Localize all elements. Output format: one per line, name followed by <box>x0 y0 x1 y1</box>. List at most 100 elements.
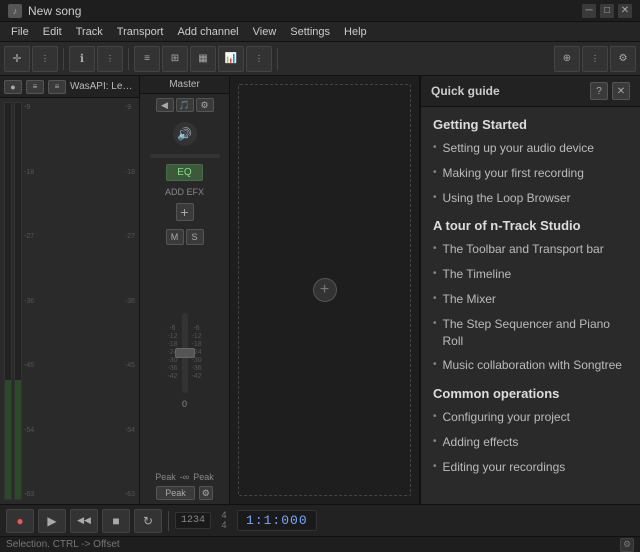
main-area: ● ≡ ≡ WasAPI: Left channel/WasPI... <box>0 76 640 504</box>
channel-wave-btn[interactable]: ⚙ <box>196 98 214 112</box>
toolbar-separator-2 <box>128 48 129 70</box>
time-signature: 4 4 <box>215 511 233 531</box>
guide-item-text: Using the Loop Browser <box>443 190 571 207</box>
menu-add-channel[interactable]: Add channel <box>170 22 245 42</box>
channel-arrow-btn[interactable]: ◀ <box>156 98 174 112</box>
record-button[interactable]: ● <box>6 509 34 533</box>
guide-item-text: Configuring your project <box>443 409 570 426</box>
channel-level-bar <box>150 154 220 158</box>
mute-button[interactable]: M <box>166 229 184 245</box>
toolbar-settings-btn[interactable]: ⚙ <box>610 46 636 72</box>
app-icon: ♪ <box>8 4 22 18</box>
toolbar-target-btn[interactable]: ⊕ <box>554 46 580 72</box>
guide-item-loop-browser[interactable]: • Using the Loop Browser <box>433 190 628 207</box>
track-record-btn[interactable]: ● <box>4 80 22 94</box>
rewind-button[interactable]: ◀◀ <box>70 509 98 533</box>
menu-transport[interactable]: Transport <box>110 22 171 42</box>
guide-item-text: Editing your recordings <box>443 459 566 476</box>
bullet-icon: • <box>433 411 437 422</box>
bullet-icon: • <box>433 293 437 304</box>
guide-item-first-recording[interactable]: • Making your first recording <box>433 165 628 182</box>
guide-item-adding-effects[interactable]: • Adding effects <box>433 434 628 451</box>
guide-item-text: Adding effects <box>443 434 519 451</box>
status-settings-button[interactable]: ⚙ <box>620 538 634 552</box>
toolbar-separator-1 <box>63 48 64 70</box>
tour-title: A tour of n-Track Studio <box>433 218 628 233</box>
add-effect-button[interactable]: + <box>176 203 194 221</box>
close-button[interactable]: ✕ <box>618 4 632 18</box>
bullet-icon: • <box>433 268 437 279</box>
play-button[interactable]: ▶ <box>38 509 66 533</box>
menu-help[interactable]: Help <box>337 22 374 42</box>
left-panel: ● ≡ ≡ WasAPI: Left channel/WasPI... <box>0 76 420 504</box>
channel-mic-btn[interactable]: 🎵 <box>176 98 194 112</box>
main-toolbar: ✛ ⋮ ℹ ⋮ ≡ ⊞ ▦ 📊 ⋮ ⊕ ⋮ ⚙ <box>0 42 640 76</box>
toolbar-info-btn[interactable]: ℹ <box>69 46 95 72</box>
guide-item-toolbar[interactable]: • The Toolbar and Transport bar <box>433 241 628 258</box>
volume-fader[interactable] <box>182 313 188 393</box>
toolbar-dots-btn[interactable]: ⋮ <box>246 46 272 72</box>
fader-handle[interactable] <box>175 348 195 358</box>
toolbar-separator-3 <box>277 48 278 70</box>
window-controls: ─ □ ✕ <box>582 4 632 18</box>
guide-item-text: Setting up your audio device <box>443 140 594 157</box>
menu-edit[interactable]: Edit <box>36 22 69 42</box>
guide-item-mixer[interactable]: • The Mixer <box>433 291 628 308</box>
guide-item-editing-recordings[interactable]: • Editing your recordings <box>433 459 628 476</box>
toolbar-chart-btn[interactable]: 📊 <box>218 46 244 72</box>
guide-title: Quick guide <box>431 84 500 98</box>
guide-close-button[interactable]: ✕ <box>612 82 630 100</box>
bullet-icon: • <box>433 318 437 329</box>
eq-button[interactable]: EQ <box>166 164 202 181</box>
mixer-area: Master ◀ 🎵 ⚙ 🔊 EQ ADD EFX + M S <box>140 76 419 504</box>
toolbar-menu-btn[interactable]: ⋮ <box>582 46 608 72</box>
peak-button[interactable]: Peak <box>156 486 195 500</box>
common-ops-title: Common operations <box>433 386 628 401</box>
song-area: + <box>230 76 419 504</box>
track-area: ● ≡ ≡ WasAPI: Left channel/WasPI... <box>0 76 419 504</box>
guide-item-step-sequencer[interactable]: • The Step Sequencer and Piano Roll <box>433 316 628 350</box>
guide-item-configure-project[interactable]: • Configuring your project <box>433 409 628 426</box>
menu-view[interactable]: View <box>246 22 284 42</box>
add-track-button[interactable]: + <box>313 278 337 302</box>
toolbar-move-btn[interactable]: ✛ <box>4 46 30 72</box>
guide-header: Quick guide ? ✕ <box>421 76 640 107</box>
bpm-display[interactable]: 1234 <box>175 512 211 529</box>
guide-item-audio-device[interactable]: • Setting up your audio device <box>433 140 628 157</box>
guide-item-songtree[interactable]: • Music collaboration with Songtree <box>433 357 628 374</box>
toolbar-grip-btn[interactable]: ⋮ <box>32 46 58 72</box>
guide-item-text: Making your first recording <box>443 165 584 182</box>
getting-started-title: Getting Started <box>433 117 628 132</box>
maximize-button[interactable]: □ <box>600 4 614 18</box>
solo-button[interactable]: S <box>186 229 204 245</box>
menu-file[interactable]: File <box>4 22 36 42</box>
meter-bottom: 4 <box>222 521 227 531</box>
track-list-btn[interactable]: ≡ <box>48 80 66 94</box>
bullet-icon: • <box>433 167 437 178</box>
status-text: Selection. CTRL -> Offset <box>6 539 120 550</box>
loop-button[interactable]: ↻ <box>134 509 162 533</box>
toolbar-mixer-btn[interactable]: ≡ <box>134 46 160 72</box>
guide-item-timeline[interactable]: • The Timeline <box>433 266 628 283</box>
time-display: 1:1:000 <box>237 510 317 531</box>
title-bar: ♪ New song ─ □ ✕ <box>0 0 640 22</box>
bullet-icon: • <box>433 436 437 447</box>
peak-value: -∞ <box>180 472 189 482</box>
song-track-area[interactable]: + <box>238 84 411 496</box>
guide-section-common-ops: Common operations • Configuring your pro… <box>433 386 628 475</box>
guide-section-tour: A tour of n-Track Studio • The Toolbar a… <box>433 218 628 374</box>
channel-title: Master <box>140 76 229 94</box>
menu-track[interactable]: Track <box>69 22 110 42</box>
track-list: ● ≡ ≡ WasAPI: Left channel/WasPI... <box>0 76 140 504</box>
toolbar-grid-btn[interactable]: ⊞ <box>162 46 188 72</box>
window-title: New song <box>28 4 81 18</box>
minimize-button[interactable]: ─ <box>582 4 596 18</box>
toolbar-grip-2-btn[interactable]: ⋮ <box>97 46 123 72</box>
track-menu-btn[interactable]: ≡ <box>26 80 44 94</box>
channel-settings-button[interactable]: ⚙ <box>199 486 213 500</box>
guide-header-buttons: ? ✕ <box>590 82 630 100</box>
guide-help-button[interactable]: ? <box>590 82 608 100</box>
menu-settings[interactable]: Settings <box>283 22 337 42</box>
stop-button[interactable]: ■ <box>102 509 130 533</box>
toolbar-pattern-btn[interactable]: ▦ <box>190 46 216 72</box>
